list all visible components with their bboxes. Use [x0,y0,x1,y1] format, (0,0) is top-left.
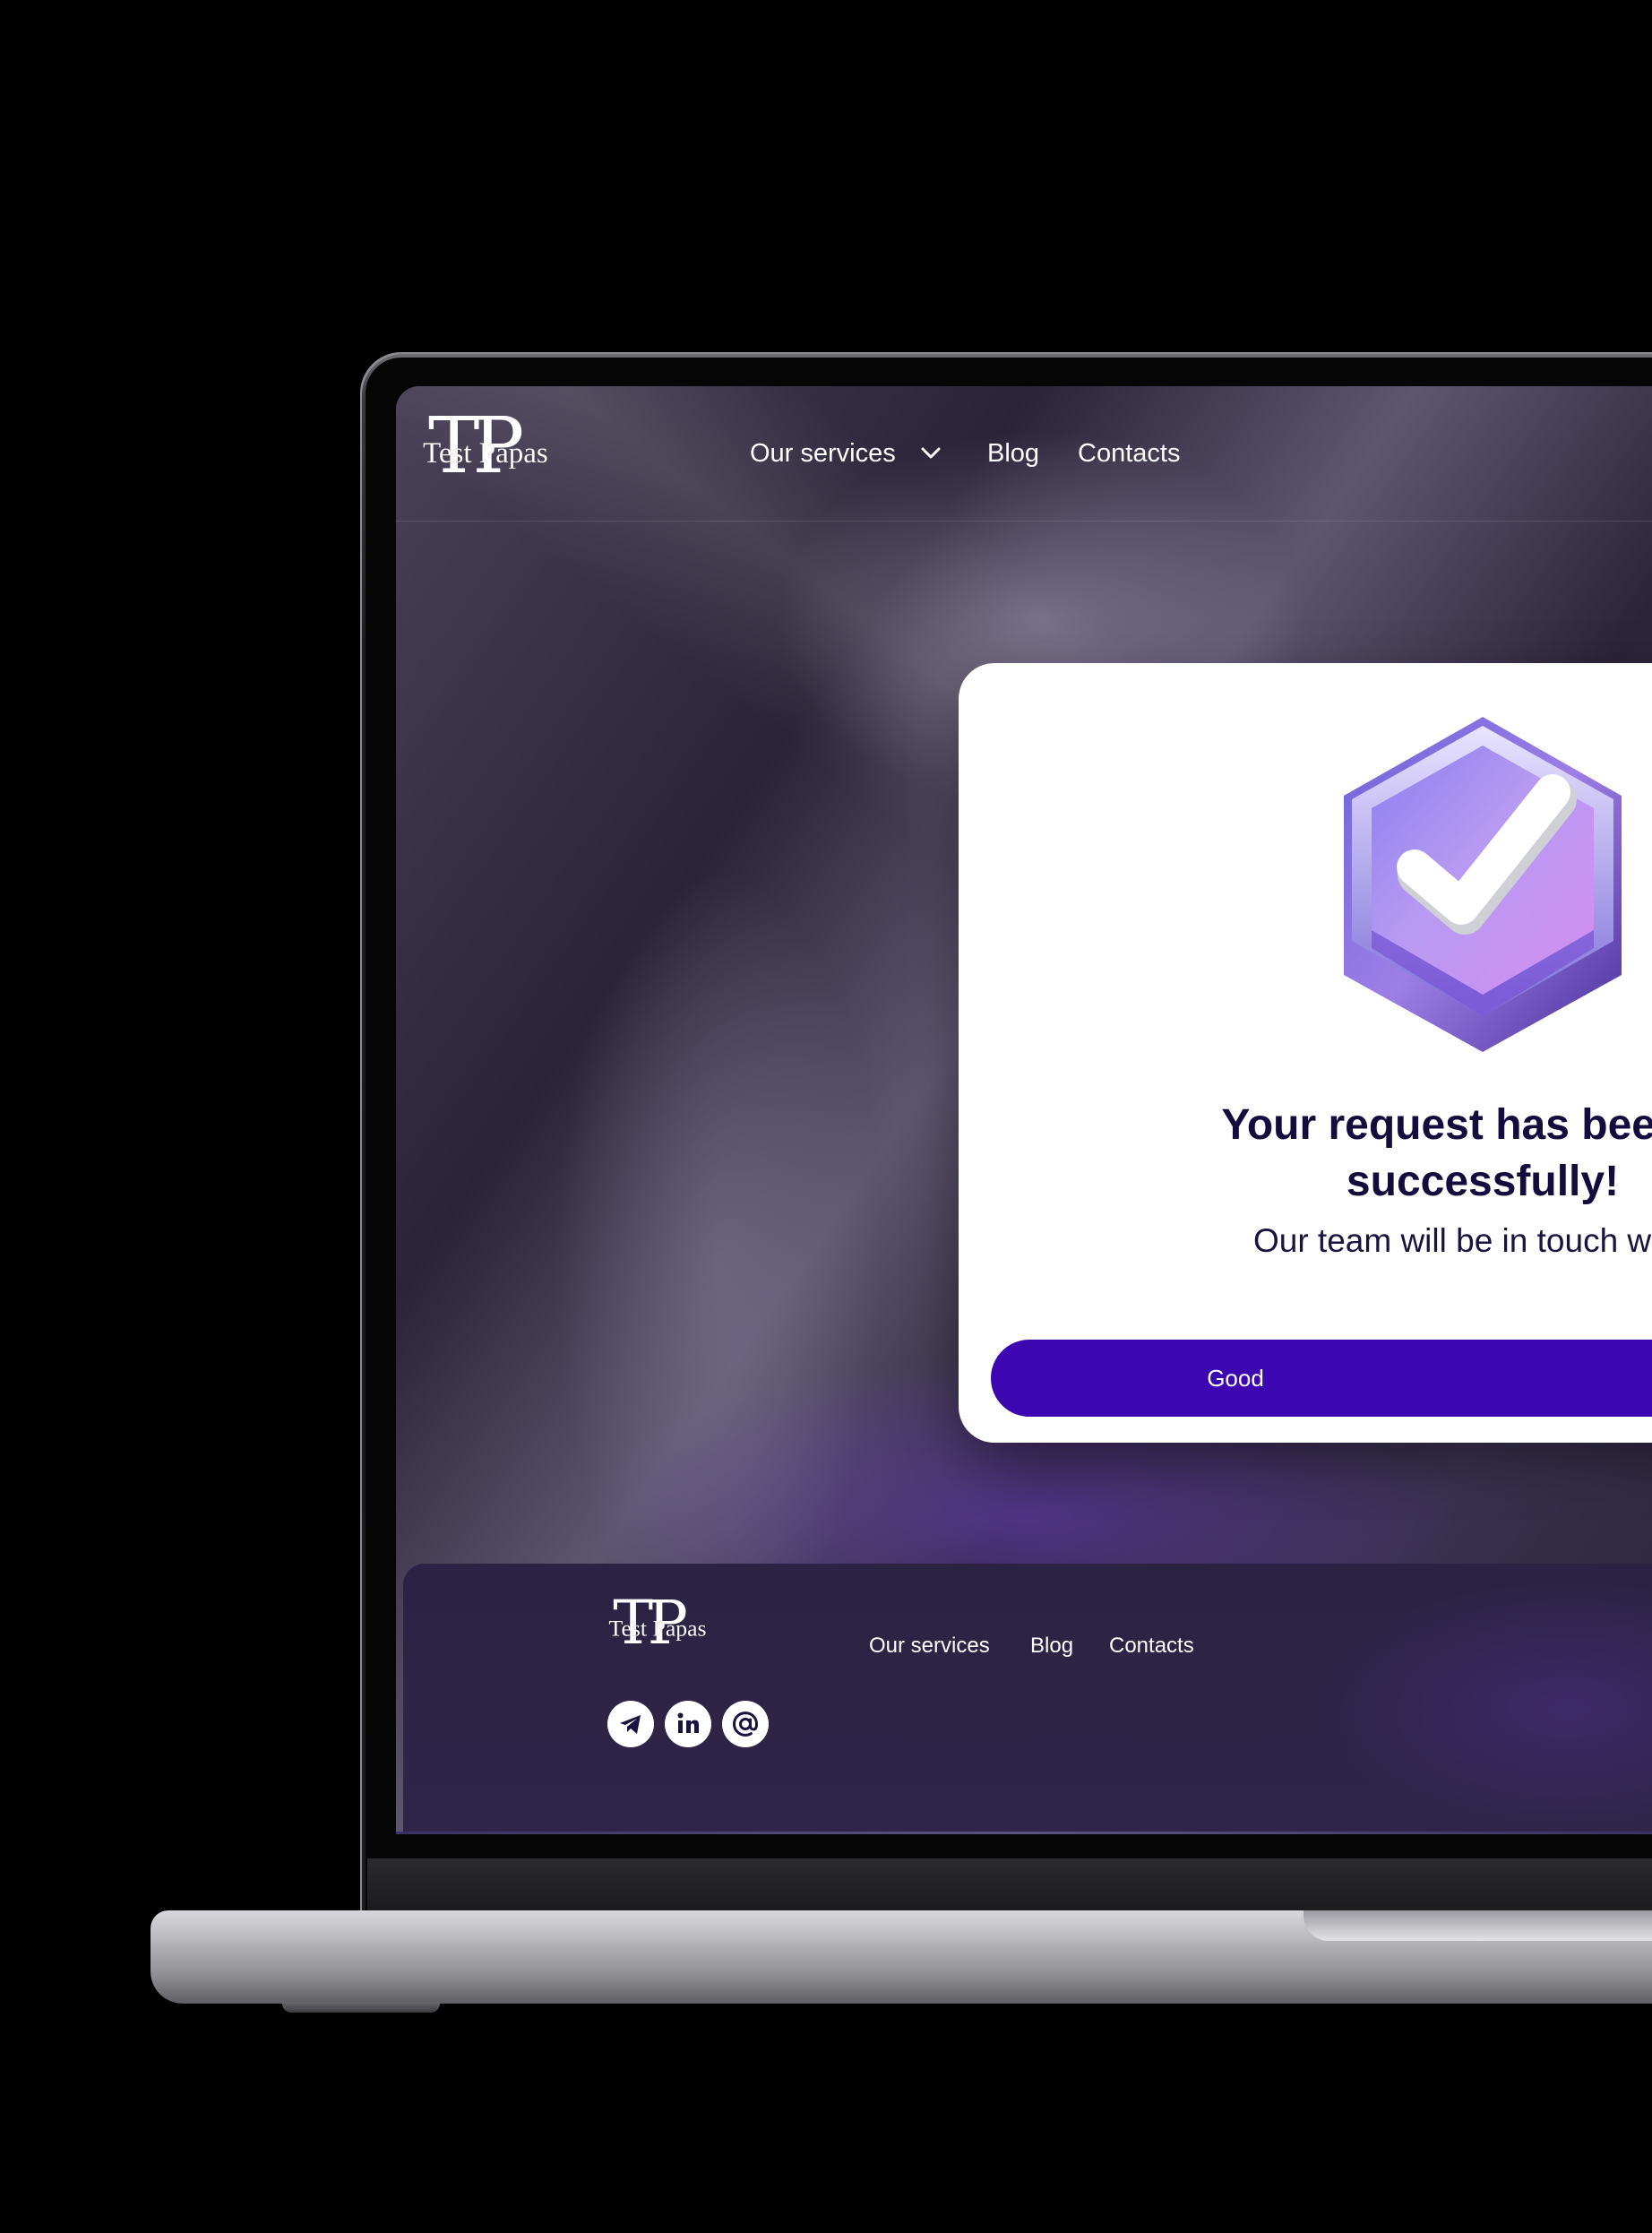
laptop-foot [282,2002,440,2013]
telegram-icon [620,1715,641,1734]
email-icon [732,1711,759,1737]
nav-item-blog[interactable]: Blog [987,439,1039,469]
nav-item-label: Contacts [1078,439,1181,468]
screen-bottom-edge [396,1832,1652,1834]
laptop-trackpad-notch [1304,1910,1652,1941]
footer-link-our-services[interactable]: Our services [869,1634,990,1659]
telegram-button[interactable] [607,1701,654,1747]
nav-item-label: Our services [750,439,896,468]
linkedin-icon [677,1712,699,1733]
site-header: TP Test Papas Our services Blog Contacts [396,386,1652,522]
check-badge-icon [1344,717,1622,1052]
footer-logo[interactable]: TP Test Papas [607,1593,712,1661]
modal-subtitle: Our team will be in touch with y [1252,1222,1652,1259]
modal-title: Your request has been su successfully! [959,1097,1652,1210]
success-modal: Your request has been su successfully! O… [959,663,1652,1443]
laptop-screen: TP Test Papas Our services Blog Contacts [396,386,1652,1834]
good-button[interactable]: Good [991,1340,1652,1417]
mockup-stage: TP Test Papas Our services Blog Contacts [0,0,1652,2233]
linkedin-button[interactable] [665,1701,711,1747]
nav-item-our-services[interactable]: Our services [750,439,896,469]
logo-wordmark: Test Papas [423,437,548,470]
chevron-down-icon[interactable] [917,440,944,467]
modal-title-line1: Your request has been su [1221,1101,1652,1149]
logo-wordmark: Test Papas [608,1616,707,1642]
nav-item-contacts[interactable]: Contacts [1078,439,1180,469]
footer-link-contacts[interactable]: Contacts [1109,1634,1194,1659]
footer-link-blog[interactable]: Blog [1030,1634,1073,1659]
laptop-hinge [367,1858,1652,1912]
modal-title-line2: successfully! [1346,1158,1620,1205]
good-button-label: Good [1207,1365,1264,1392]
email-button[interactable] [722,1701,769,1747]
header-logo[interactable]: TP Test Papas [421,408,555,496]
site-footer: TP Test Papas Our services Blog Contacts [403,1564,1652,1832]
nav-item-label: Blog [987,439,1040,468]
